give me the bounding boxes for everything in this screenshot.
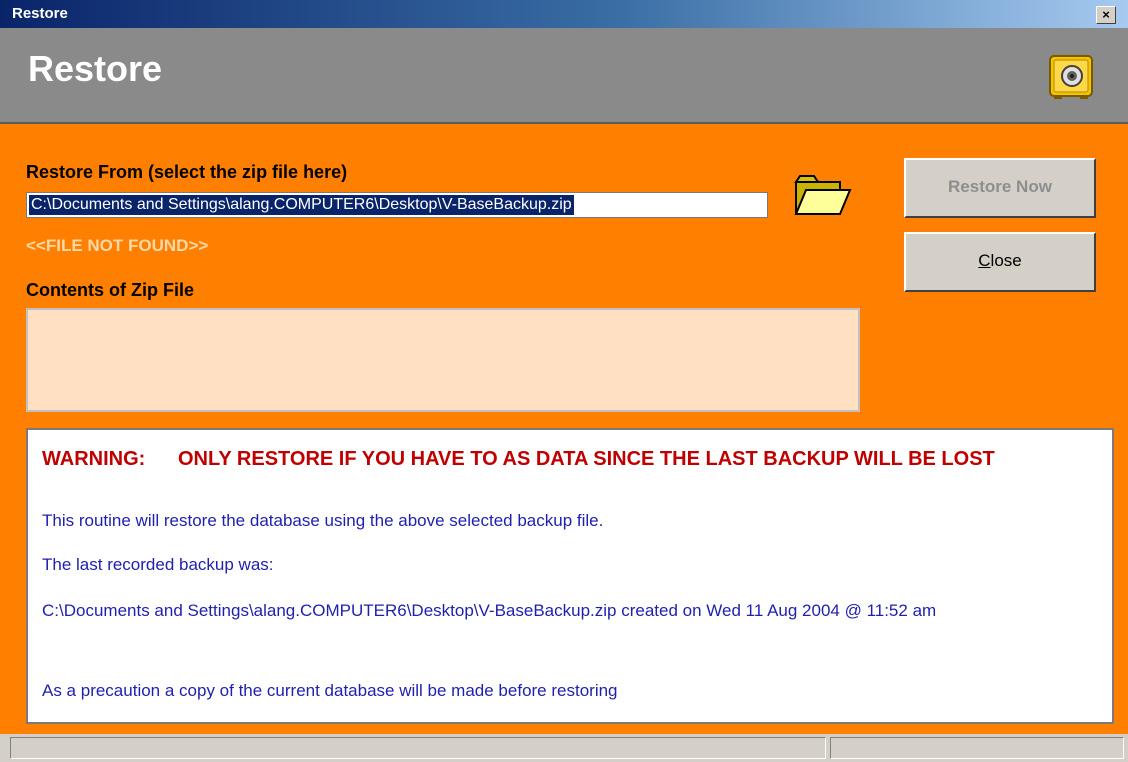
- safe-icon: [1049, 55, 1093, 99]
- close-mnemonic: C: [978, 251, 991, 270]
- close-icon[interactable]: ×: [1096, 6, 1116, 24]
- file-status-text: <<FILE NOT FOUND>>: [26, 236, 209, 255]
- status-panel-main: [10, 737, 826, 759]
- status-bar: [0, 734, 1128, 762]
- close-label: lose: [990, 251, 1022, 270]
- zip-contents-label: Contents of Zip File: [26, 280, 194, 300]
- message-line-3: C:\Documents and Settings\alang.COMPUTER…: [42, 601, 937, 620]
- message-line-4: As a precaution a copy of the current da…: [42, 681, 618, 700]
- close-button[interactable]: Close: [904, 232, 1096, 292]
- window-title: Restore: [12, 5, 68, 22]
- header-banner: Restore: [0, 28, 1128, 124]
- restore-now-button[interactable]: Restore Now: [904, 158, 1096, 218]
- status-panel-secondary: [830, 737, 1124, 759]
- warning-text: ONLY RESTORE IF YOU HAVE TO AS DATA SINC…: [178, 448, 995, 470]
- message-box: WARNING: ONLY RESTORE IF YOU HAVE TO AS …: [26, 428, 1114, 724]
- title-bar[interactable]: Restore ×: [0, 0, 1128, 28]
- zip-contents-list[interactable]: [26, 308, 860, 412]
- message-line-2: The last recorded backup was:: [42, 555, 274, 574]
- restore-path-input[interactable]: C:\Documents and Settings\alang.COMPUTER…: [26, 192, 768, 218]
- restore-from-label: Restore From (select the zip file here): [26, 162, 348, 182]
- restore-window: Restore × Restore Restore From (select t…: [0, 0, 1128, 762]
- message-line-1: This routine will restore the database u…: [42, 511, 604, 530]
- page-title: Restore: [28, 48, 163, 89]
- warning-label: WARNING:: [42, 448, 146, 470]
- restore-path-value: C:\Documents and Settings\alang.COMPUTER…: [29, 195, 574, 215]
- folder-icon[interactable]: [790, 168, 854, 220]
